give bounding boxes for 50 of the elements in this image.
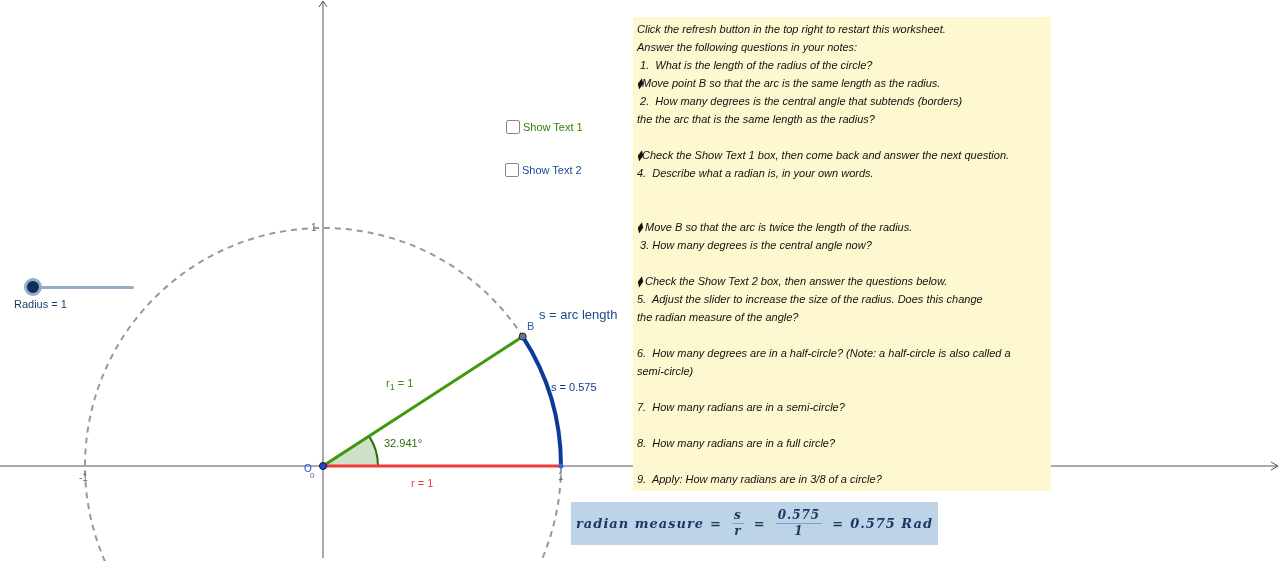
worksheet-line: ⧫ Check the Show Text 2 box, then answer the questions below. bbox=[637, 274, 949, 289]
checkbox[interactable]: Show Text 2 bbox=[505, 163, 582, 177]
equals-sign: = bbox=[753, 516, 766, 531]
worksheet-line: semi-circle) bbox=[637, 364, 695, 379]
tick-label: -1 bbox=[79, 472, 88, 483]
worksheet-line: 7. How many radians are in a semi-circle? bbox=[637, 400, 846, 415]
worksheet-line: 2. How many degrees is the central angle that subtends (borders) bbox=[639, 94, 964, 109]
angle-label: 32.941° bbox=[384, 437, 423, 449]
point[interactable] bbox=[518, 332, 527, 341]
checkbox-square[interactable] bbox=[505, 163, 519, 177]
worksheet-line: the the arc that is the same length as the radius? bbox=[637, 112, 876, 127]
slider-thumb[interactable] bbox=[24, 278, 42, 296]
equals-sign: = bbox=[710, 516, 722, 531]
worksheet-line: 1. What is the length of the radius of the circle? bbox=[639, 58, 874, 73]
checkbox[interactable]: Show Text 1 bbox=[506, 120, 583, 134]
worksheet-line: 8. How many radians are in a full circle? bbox=[637, 436, 837, 451]
tick-label: 1 bbox=[311, 222, 317, 233]
arc-caption: s = arc length bbox=[539, 307, 618, 322]
tick-label: 0 bbox=[310, 471, 315, 480]
checkbox-label: Show Text 1 bbox=[523, 121, 583, 133]
point[interactable] bbox=[319, 462, 327, 470]
fraction-denominator: r bbox=[734, 524, 742, 539]
worksheet-line: ⧫Move point B so that the arc is the same length as the radius. bbox=[637, 76, 942, 91]
worksheet-line: Click the refresh button in the top right to restart this worksheet. bbox=[637, 22, 947, 37]
radius-label: r = 1 bbox=[411, 477, 434, 489]
worksheet-line: ⧫Check the Show Text 1 box, then come back and answer the next question. bbox=[637, 148, 1011, 163]
checkbox-square[interactable] bbox=[506, 120, 520, 134]
worksheet-line: 4. Describe what a radian is, in your own words. bbox=[637, 166, 875, 181]
fraction-denominator: 1 bbox=[794, 524, 804, 539]
point-label: B bbox=[527, 320, 535, 332]
checkbox-label: Show Text 2 bbox=[522, 164, 582, 176]
arc-length-label: s = 0.575 bbox=[551, 381, 597, 393]
point[interactable] bbox=[558, 463, 564, 469]
worksheet-line: 6. How many degrees are in a half-circle? (Note: a half-circle is also called a bbox=[637, 346, 1012, 361]
formula-text: 0.575 Rad bbox=[850, 516, 933, 531]
worksheet-line: the radian measure of the angle? bbox=[637, 310, 800, 325]
tick-label: 1 bbox=[558, 471, 564, 482]
worksheet-line: 9. Apply: How many radians are in 3/8 of a circle? bbox=[637, 472, 883, 487]
worksheet-line: Answer the following questions in your notes: bbox=[637, 40, 859, 55]
fraction-numerator: s bbox=[731, 508, 744, 524]
equals-sign: = bbox=[832, 516, 845, 531]
radius-label: r$_{1}$ = 1 bbox=[386, 377, 414, 393]
worksheet-line: ⧫ Move B so that the arc is twice the length of the radius. bbox=[637, 220, 914, 235]
fraction-numerator: 0.575 bbox=[775, 508, 823, 524]
formula-text: radian measure bbox=[576, 516, 705, 531]
worksheet-line: 3. How many degrees is the central angle now? bbox=[639, 238, 873, 253]
point-label: O bbox=[304, 463, 312, 474]
slider-label: Radius = 1 bbox=[14, 298, 67, 310]
worksheet-line: 5. Adjust the slider to increase the size of the radius. Does this change bbox=[637, 292, 984, 307]
slider[interactable] bbox=[24, 278, 134, 296]
